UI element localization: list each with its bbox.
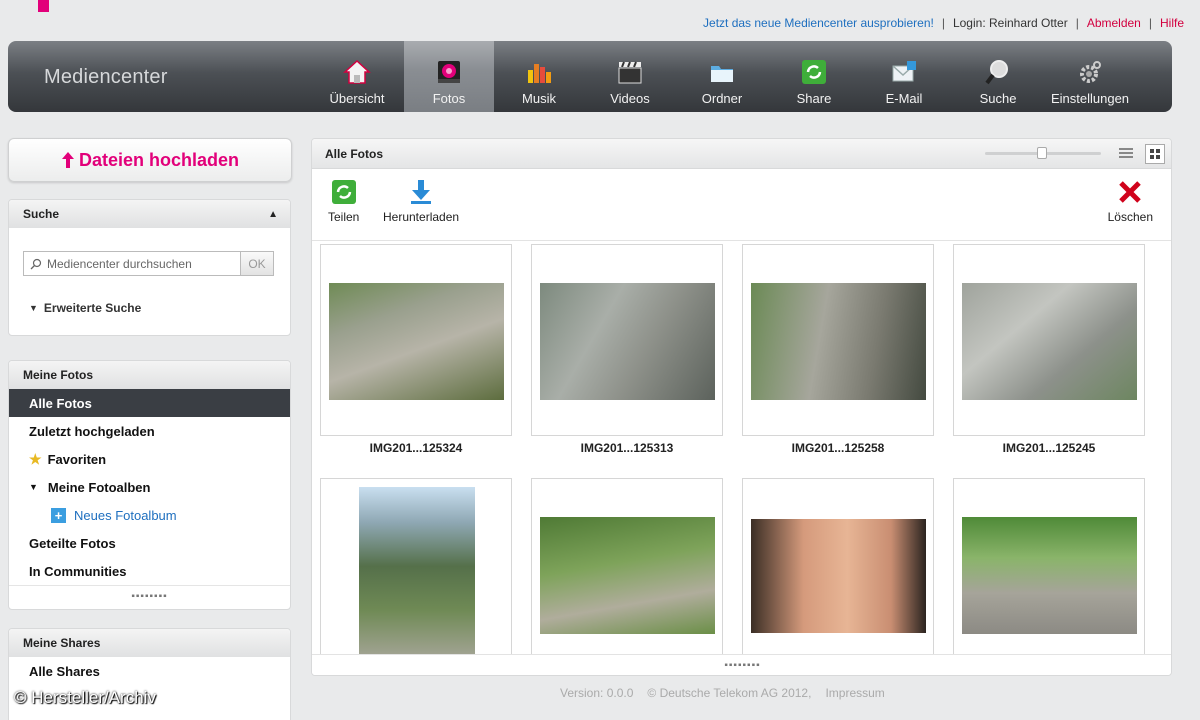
resize-grip[interactable]: ▪▪▪▪▪▪▪▪ [312, 654, 1171, 675]
photo-name: IMG201...125313 [580, 441, 674, 455]
top-links: Jetzt das neue Mediencenter ausprobieren… [695, 16, 1192, 30]
photo-image [540, 517, 715, 634]
new-mediencenter-link[interactable]: Jetzt das neue Mediencenter ausprobieren… [695, 16, 942, 30]
version-text: Version: 0.0.0 [560, 686, 634, 700]
sidebar-item-zuletzt-hochgeladen[interactable]: Zuletzt hochgeladen [9, 417, 290, 445]
photo-thumbnail[interactable] [531, 478, 723, 670]
app-title: Mediencenter [44, 66, 168, 88]
my-photos-panel: Meine Fotos Alle Fotos Zuletzt hochgelad… [8, 360, 291, 610]
photo-name: IMG201...125258 [791, 441, 885, 455]
folder-icon [708, 58, 736, 86]
tab-share[interactable]: Share [769, 41, 859, 112]
list-view-icon[interactable] [1119, 147, 1133, 159]
share-icon [331, 179, 357, 205]
download-icon [408, 179, 434, 205]
tab-musik[interactable]: Musik [494, 41, 584, 112]
advanced-search-toggle[interactable]: ▼ Erweiterte Suche [29, 301, 141, 315]
search-input[interactable]: Mediencenter durchsuchen [23, 251, 241, 276]
sidebar-item-geteilte-fotos[interactable]: Geteilte Fotos [9, 529, 290, 557]
tab-fotos[interactable]: Fotos [404, 41, 494, 112]
grid-view-icon[interactable] [1145, 144, 1165, 164]
tab-ordner[interactable]: Ordner [677, 41, 767, 112]
magnifier-icon [984, 58, 1012, 86]
telekom-logo[interactable] [28, 0, 60, 12]
photo-image [329, 283, 504, 400]
sidebar-item-alle-shares[interactable]: Alle Shares [9, 657, 290, 685]
photo-name: IMG201...125245 [1002, 441, 1096, 455]
clapper-icon [616, 58, 644, 86]
photo-icon [435, 58, 463, 86]
help-link[interactable]: Hilfe [1152, 16, 1192, 30]
share-button[interactable]: Teilen [328, 179, 359, 224]
photo-panel-header: Alle Fotos [312, 139, 1171, 169]
photo-thumbnail[interactable] [742, 478, 934, 670]
photo-image [751, 519, 926, 633]
photo-name: IMG201...125324 [369, 441, 463, 455]
search-panel: Suche ▲ Mediencenter durchsuchen OK ▼ Er… [8, 199, 291, 336]
photo-image [359, 487, 475, 663]
impressum-link[interactable]: Impressum [825, 686, 884, 700]
photo-image [751, 283, 926, 400]
search-ok-button[interactable]: OK [240, 251, 274, 276]
tab-email[interactable]: E-Mail [859, 41, 949, 112]
search-panel-header[interactable]: Suche ▲ [9, 200, 290, 228]
triangle-down-icon: ▼ [29, 303, 38, 313]
add-album-icon: + [51, 507, 66, 523]
photo-thumbnail[interactable] [953, 244, 1145, 436]
tab-uebersicht[interactable]: Übersicht [312, 41, 402, 112]
zoom-slider[interactable] [985, 147, 1101, 159]
close-icon [1117, 179, 1143, 205]
zoom-slider-handle[interactable] [1037, 147, 1047, 159]
sidebar-item-alle-fotos[interactable]: Alle Fotos [9, 389, 290, 417]
footer: Version: 0.0.0 © Deutsche Telekom AG 201… [560, 686, 885, 700]
share-icon [800, 58, 828, 86]
image-credit: © Hersteller/Archiv [14, 688, 156, 707]
collapse-icon[interactable]: ▲ [268, 209, 278, 220]
photo-panel: Alle Fotos Teilen Herunterladen Löschen … [311, 138, 1172, 676]
resize-grip[interactable]: ▪▪▪▪▪▪▪▪ [9, 585, 290, 607]
photo-thumbnail[interactable] [320, 478, 512, 670]
photo-image [962, 283, 1137, 400]
sidebar-item-neues-fotoalbum[interactable]: + Neues Fotoalbum [9, 501, 290, 529]
my-photos-header: Meine Fotos [9, 361, 290, 389]
sidebar-item-meine-fotoalben[interactable]: ▼ Meine Fotoalben [9, 473, 290, 501]
photo-image [962, 517, 1137, 634]
search-icon [30, 258, 42, 269]
upload-arrow-icon [61, 152, 74, 168]
star-icon: ★ [29, 450, 42, 467]
photo-thumbnail[interactable] [320, 244, 512, 436]
login-info: Login: Reinhard Otter [952, 16, 1068, 30]
home-icon [343, 58, 371, 86]
music-icon [525, 58, 553, 86]
download-button[interactable]: Herunterladen [383, 179, 459, 224]
photo-toolbar: Teilen Herunterladen Löschen [312, 169, 1171, 241]
copyright-text: © Deutsche Telekom AG 2012, [647, 686, 812, 700]
sidebar-item-favoriten[interactable]: ★ Favoriten [9, 445, 290, 473]
top-bar: Jetzt das neue Mediencenter ausprobieren… [0, 0, 1200, 40]
photo-image [540, 283, 715, 400]
my-shares-header: Meine Shares [9, 629, 290, 657]
mail-icon [890, 58, 918, 86]
tab-suche[interactable]: Suche [953, 41, 1043, 112]
tab-einstellungen[interactable]: Einstellungen [1044, 41, 1136, 112]
logout-link[interactable]: Abmelden [1079, 16, 1149, 30]
triangle-down-icon: ▼ [29, 482, 38, 492]
photo-thumbnail[interactable] [531, 244, 723, 436]
tab-videos[interactable]: Videos [585, 41, 675, 112]
photo-thumbnail[interactable] [953, 478, 1145, 670]
gear-icon [1076, 58, 1104, 86]
photo-thumbnail[interactable] [742, 244, 934, 436]
upload-button[interactable]: Dateien hochladen [8, 138, 292, 182]
delete-button[interactable]: Löschen [1108, 179, 1153, 224]
sidebar-item-in-communities[interactable]: In Communities [9, 557, 290, 585]
main-navigation: Mediencenter Übersicht Fotos Musik Video… [8, 41, 1172, 112]
